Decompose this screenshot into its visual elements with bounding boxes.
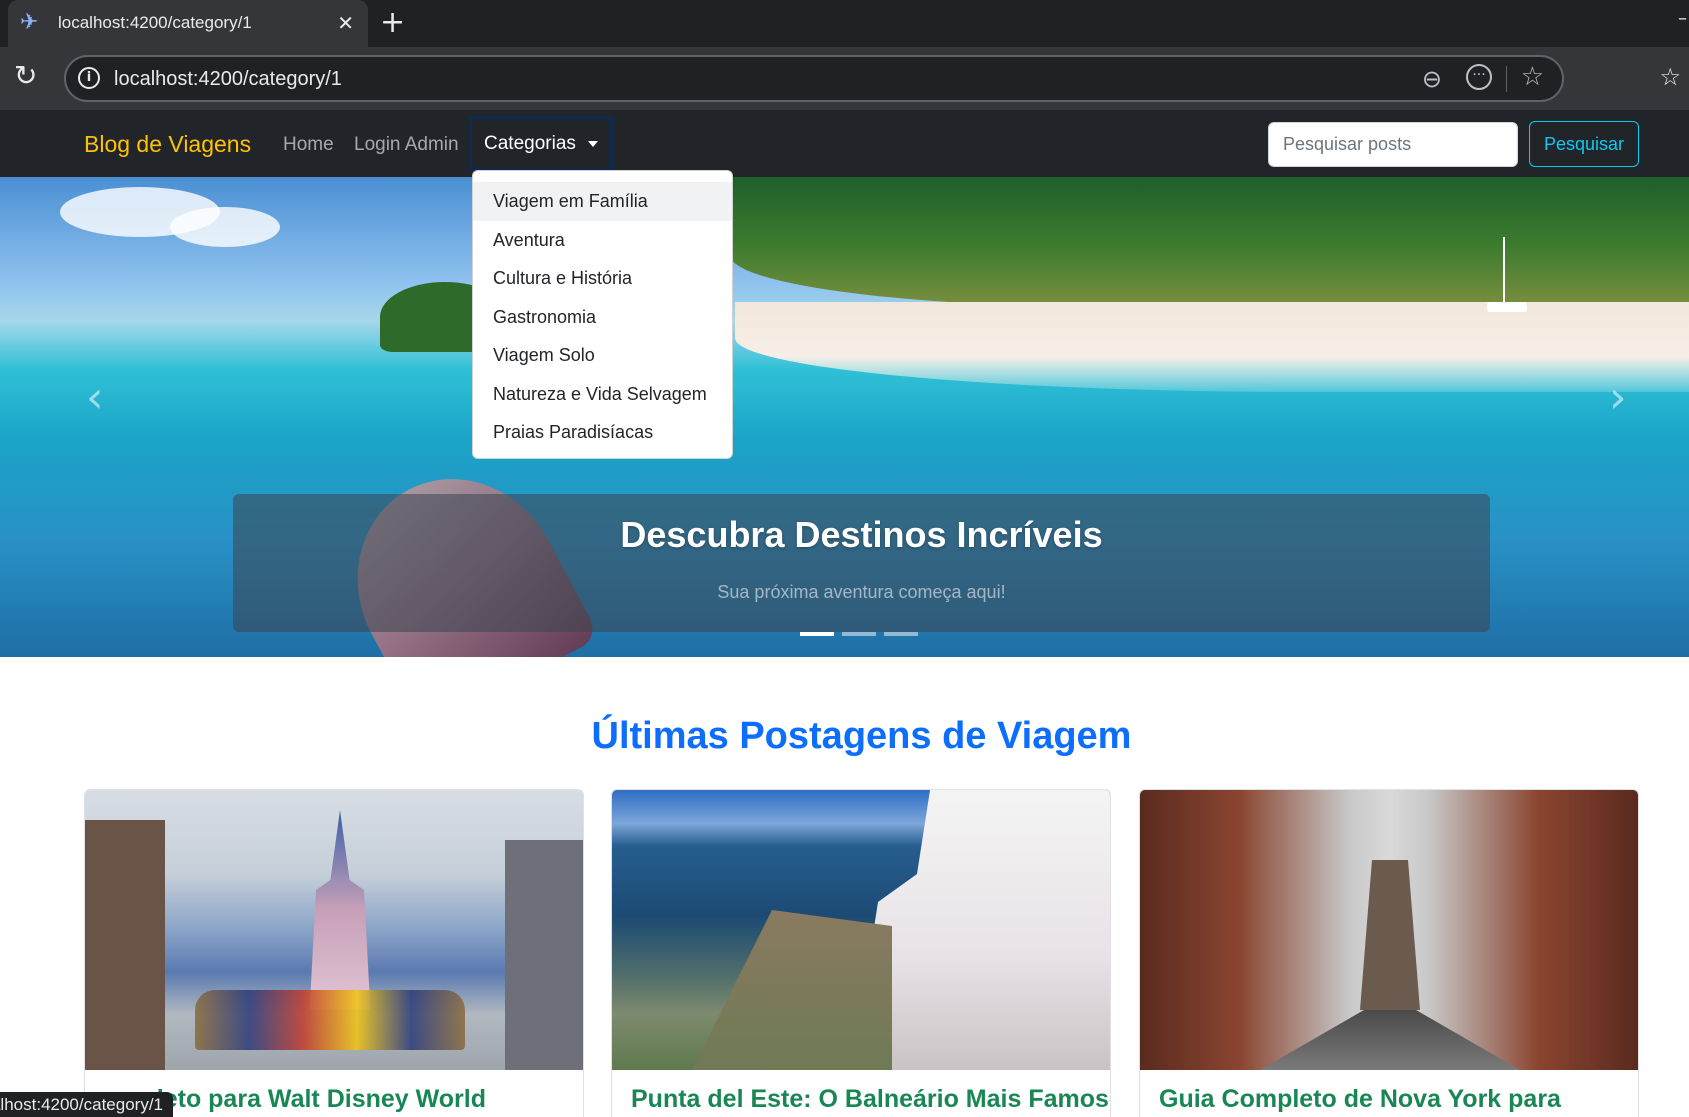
post-card-punta[interactable]: Punta del Este: O Balneário Mais Famoso: [611, 789, 1111, 1117]
status-url-text: localhost:4200/category/1: [0, 1095, 163, 1114]
carousel-indicator-1[interactable]: [800, 632, 834, 636]
info-icon[interactable]: i: [78, 67, 100, 89]
street-shape: [1260, 1010, 1520, 1070]
airplane-icon: ✈: [20, 10, 39, 35]
nav-categories-label: Categorias: [484, 133, 576, 154]
carousel-indicators: [800, 621, 926, 636]
post-image-disney[interactable]: [85, 790, 583, 1070]
post-image-punta[interactable]: [612, 790, 1110, 1070]
post-card-ny[interactable]: Guia Completo de Nova York para: [1139, 789, 1639, 1117]
zoom-out-icon[interactable]: ⊖: [1422, 65, 1442, 93]
dropdown-item-gastronomia[interactable]: Gastronomia: [473, 298, 732, 337]
palm-island: [730, 177, 1689, 307]
browser-tabbar: ✈ localhost:4200/category/1 ✕ + –: [0, 0, 1689, 47]
reload-icon[interactable]: ↻: [14, 61, 37, 91]
sailboat-mast: [1503, 237, 1505, 307]
carousel-subtitle: Sua próxima aventura começa aqui!: [717, 582, 1006, 602]
tab-title: localhost:4200/category/1: [58, 13, 252, 32]
search-button[interactable]: Pesquisar: [1529, 121, 1639, 167]
carousel-prev-icon[interactable]: ‹: [86, 372, 104, 423]
dropdown-item-praias[interactable]: Praias Paradisíacas: [473, 413, 732, 452]
dropdown-item-solo[interactable]: Viagem Solo: [473, 336, 732, 375]
categories-dropdown: Viagem em Família Aventura Cultura e His…: [472, 170, 733, 459]
section-title: Últimas Postagens de Viagem: [591, 715, 1132, 757]
omnibox-divider: [1506, 66, 1507, 92]
star-icon[interactable]: ☆: [1521, 62, 1544, 92]
building-left-shape: [85, 820, 165, 1070]
browser-tab[interactable]: ✈ localhost:4200/category/1 ✕: [8, 0, 368, 47]
dropdown-item-familia[interactable]: Viagem em Família: [473, 182, 732, 221]
cloud: [170, 207, 280, 247]
brand-logo[interactable]: Blog de Viagens: [84, 131, 251, 158]
nav-home[interactable]: Home: [283, 134, 334, 156]
favorites-icon[interactable]: ☆: [1659, 63, 1681, 91]
close-tab-icon[interactable]: ✕: [337, 11, 354, 35]
dropdown-item-aventura[interactable]: Aventura: [473, 221, 732, 260]
bridge-shape: [1360, 860, 1420, 1010]
status-bar-url: localhost:4200/category/1: [0, 1092, 173, 1117]
building-right-shape: [505, 840, 583, 1070]
post-image-ny[interactable]: [1140, 790, 1638, 1070]
new-tab-icon[interactable]: +: [380, 8, 405, 38]
carousel-caption: Descubra Destinos Incríveis Sua próxima …: [233, 494, 1490, 632]
hero-carousel: ‹ › Descubra Destinos Incríveis Sua próx…: [0, 177, 1689, 657]
site-navbar: Blog de Viagens Home Login Admin Categor…: [0, 110, 1689, 177]
dropdown-item-natureza[interactable]: Natureza e Vida Selvagem: [473, 375, 732, 414]
catamaran: [1487, 302, 1527, 312]
characters-shape: [195, 990, 465, 1050]
carousel-next-icon[interactable]: ›: [1609, 372, 1627, 423]
post-card-disney[interactable]: ompleto para Walt Disney World: [84, 789, 584, 1117]
castle-shape: [309, 810, 371, 1010]
post-title[interactable]: Guia Completo de Nova York para: [1159, 1085, 1561, 1114]
carousel-title: Descubra Destinos Incríveis: [620, 514, 1103, 555]
carousel-indicator-2[interactable]: [842, 632, 876, 636]
nav-categories-toggle[interactable]: Categorias: [469, 116, 613, 171]
caret-down-icon: [587, 140, 598, 147]
minimize-icon[interactable]: –: [1678, 8, 1687, 29]
carousel-indicator-3[interactable]: [884, 632, 918, 636]
browser-toolbar: ↻ i localhost:4200/category/1 ⊖ ··· ☆ ☆: [0, 47, 1689, 110]
post-title[interactable]: Punta del Este: O Balneário Mais Famoso: [631, 1085, 1110, 1114]
sand-beach: [735, 302, 1689, 392]
url-text[interactable]: localhost:4200/category/1: [114, 68, 342, 91]
dropdown-item-cultura[interactable]: Cultura e História: [473, 259, 732, 298]
address-bar[interactable]: i localhost:4200/category/1 ⊖ ··· ☆: [64, 55, 1564, 102]
search-input[interactable]: Pesquisar posts: [1268, 122, 1518, 167]
more-options-icon[interactable]: ···: [1466, 64, 1492, 90]
coast-shape: [692, 910, 892, 1070]
nav-login-admin[interactable]: Login Admin: [354, 134, 459, 156]
